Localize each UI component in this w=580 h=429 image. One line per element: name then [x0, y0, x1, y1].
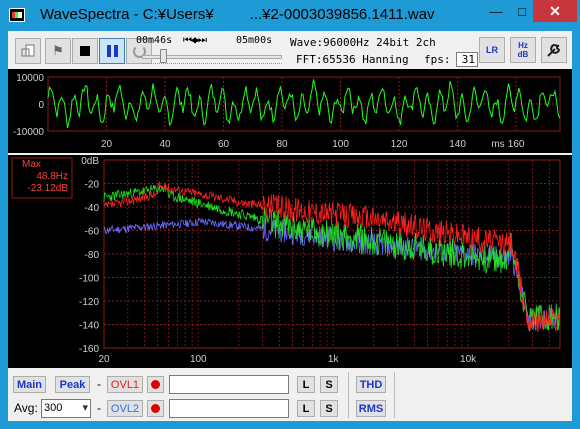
fps-value: 31 — [456, 52, 478, 67]
wrench-icon — [547, 43, 561, 57]
ovl2-button[interactable]: OVL2 — [107, 400, 143, 417]
spectrum-chart: 0dB -20 -40 -60 -80 -100 -120 -140 -16020 100 1k 10… — [11, 156, 561, 365]
spectrum-y-tick-label: -120 — [79, 297, 99, 308]
hz-db-button[interactable]: Hz dB — [510, 37, 536, 63]
ovl1-button[interactable]: OVL1 — [107, 376, 143, 393]
seek-slider-thumb[interactable] — [160, 49, 168, 63]
separator-dash-1: - — [97, 377, 101, 391]
wave-y-tick-label: -10000 — [13, 127, 45, 138]
spectrum-y-tick-label: 0dB — [81, 156, 99, 167]
wave-x-unit-label: ms — [491, 139, 504, 150]
max-readout-frequency: 48.8Hz — [36, 171, 68, 182]
separator-dash-2: - — [97, 401, 101, 415]
divider — [394, 372, 395, 418]
app-icon[interactable] — [9, 8, 25, 22]
wave-x-tick-label: 160 — [508, 139, 525, 150]
stop-icon — [80, 46, 90, 56]
open-file-icon — [21, 44, 35, 57]
thd-button[interactable]: THD — [356, 376, 386, 393]
spectrum-trace-ovl2 — [103, 217, 561, 331]
avg-select[interactable]: 300 — [41, 399, 91, 418]
spectrum-y-tick-label: -60 — [85, 227, 100, 238]
flag-icon: ⚑ — [52, 43, 64, 58]
divider — [348, 372, 349, 418]
wave-x-tick-label: 140 — [449, 139, 466, 150]
spectrum-x-tick-label: 10k — [460, 354, 477, 365]
seek-ticks — [142, 63, 282, 66]
wave-format-info: Wave:96000Hz 24bit 2ch — [290, 36, 436, 49]
app-window: WaveSpectra - C:¥Users¥ ...¥2-0003039856.… — [0, 0, 580, 429]
spectrum-x-tick-label: 100 — [190, 354, 207, 365]
spectrum-panel[interactable]: 0dB -20 -40 -60 -80 -100 -120 -140 -160 20 100 1k 10… — [8, 155, 572, 368]
wave-x-tick-label: 20 — [101, 139, 113, 150]
record-icon — [151, 380, 160, 389]
settings-button[interactable] — [541, 37, 567, 63]
open-file-button[interactable] — [15, 38, 41, 64]
spectrum-y-tick-label: -160 — [79, 344, 99, 355]
close-button[interactable]: ✕ — [533, 0, 577, 22]
ovl1-name-field[interactable] — [169, 375, 289, 394]
title-filename: ...¥2-0003039856.1411.wav — [249, 6, 435, 23]
ovl2-record-button[interactable] — [147, 400, 164, 417]
step-button[interactable]: ⚑ — [45, 38, 71, 64]
pause-icon — [106, 45, 118, 57]
ovl2-name-field[interactable] — [169, 399, 289, 418]
spectrum-y-tick-label: -80 — [85, 250, 100, 261]
waveform-chart: 20 40 60 80 100 120 140 160 ms 10000 0 -10000 — [13, 73, 561, 150]
client-area: ⚑ 00m46s ⏮◀▶⏭ 05m00s Wave:96000Hz 24bit … — [8, 31, 572, 421]
spectrum-y-tick-label: -140 — [79, 321, 99, 332]
ovl1-save-button[interactable]: S — [320, 376, 338, 393]
title-path: WaveSpectra - C:¥Users¥ — [40, 6, 214, 23]
wave-x-tick-label: 120 — [391, 139, 408, 150]
spectrum-y-tick-label: -20 — [85, 180, 100, 191]
ovl2-save-button[interactable]: S — [320, 400, 338, 417]
avg-select-value: 300 — [44, 402, 63, 414]
elapsed-time: 00m46s — [136, 35, 173, 46]
ovl1-load-button[interactable]: L — [297, 376, 315, 393]
toolbar: ⚑ 00m46s ⏮◀▶⏭ 05m00s Wave:96000Hz 24bit … — [8, 31, 572, 69]
max-readout-label: Max — [22, 159, 41, 170]
transport-seek-buttons[interactable]: ⏮◀▶⏭ — [183, 35, 207, 46]
wave-x-tick-label: 40 — [159, 139, 171, 150]
max-readout-level: -23.12dB — [27, 183, 68, 194]
hz-db-icon: Hz dB — [517, 41, 529, 59]
ovl1-record-button[interactable] — [147, 376, 164, 393]
wave-x-tick-label: 100 — [332, 139, 349, 150]
avg-label: Avg: — [14, 401, 38, 415]
wave-y-tick-label: 10000 — [16, 73, 44, 84]
ovl2-load-button[interactable]: L — [297, 400, 315, 417]
total-time: 05m00s — [236, 35, 273, 46]
peak-button[interactable]: Peak — [55, 376, 90, 393]
wave-x-tick-label: 60 — [218, 139, 230, 150]
waveform-panel[interactable]: 20 40 60 80 100 120 140 160 ms 10000 0 -10000 — [8, 69, 572, 153]
position-area: 00m46s ⏮◀▶⏭ 05m00s — [136, 33, 286, 67]
wave-x-tick-label: 80 — [276, 139, 288, 150]
rms-button[interactable]: RMS — [356, 400, 386, 417]
lr-icon: LR — [486, 45, 498, 55]
fps-label: fps: — [424, 53, 451, 66]
pause-button[interactable] — [99, 38, 125, 64]
spectrum-y-tick-label: -40 — [85, 203, 100, 214]
wave-y-tick-label: 0 — [38, 100, 44, 111]
bottom-controls: Main Peak - OVL1 L S THD Avg: 300 - OVL2… — [8, 370, 572, 421]
lr-toggle-button[interactable]: LR — [479, 37, 505, 63]
window-title: WaveSpectra - C:¥Users¥ ...¥2-0003039856.… — [40, 6, 435, 23]
stop-button[interactable] — [72, 38, 98, 64]
spectrum-x-tick-label: 20 — [98, 354, 110, 365]
main-button[interactable]: Main — [13, 376, 46, 393]
spectrum-x-tick-label: 1k — [328, 354, 340, 365]
spectrum-y-tick-label: -100 — [79, 274, 99, 285]
fft-info: FFT:65536 Hanning — [296, 53, 409, 66]
record-icon — [151, 404, 160, 413]
title-bar[interactable]: WaveSpectra - C:¥Users¥ ...¥2-0003039856.… — [0, 0, 580, 31]
